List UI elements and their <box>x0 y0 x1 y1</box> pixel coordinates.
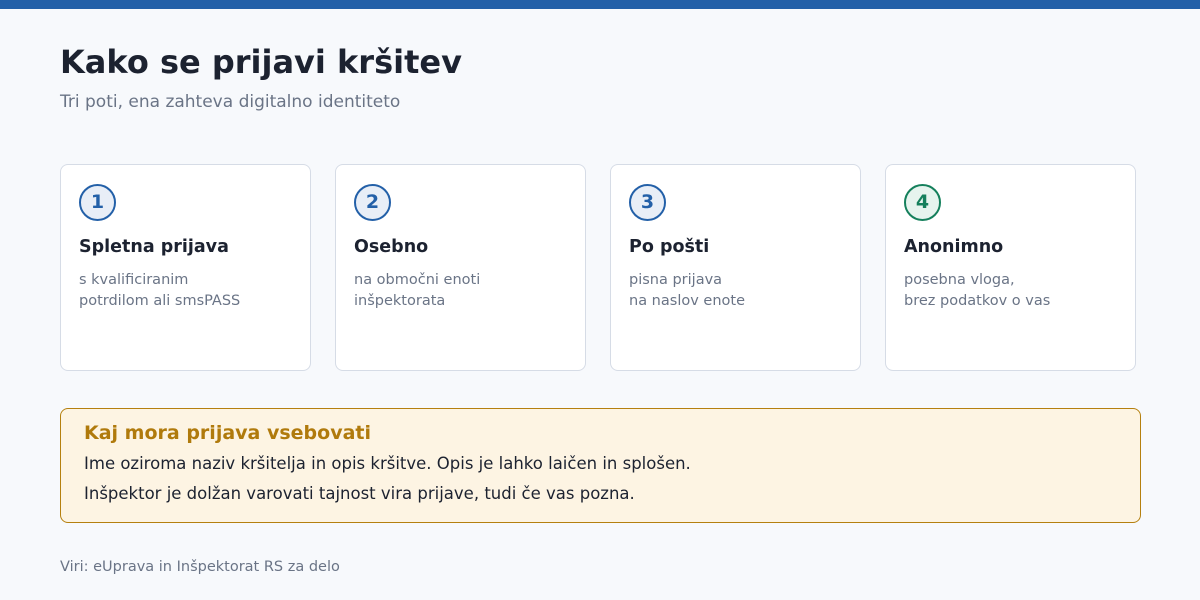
option-card-anonymous: 4 Anonimno posebna vloga, brez podatkov … <box>885 164 1136 371</box>
card-title: Spletna prijava <box>79 237 229 257</box>
card-description-line: posebna vloga, <box>904 272 1015 288</box>
card-title: Osebno <box>354 237 429 257</box>
step-number-badge: 4 <box>904 184 941 221</box>
card-description-line: potrdilom ali smsPASS <box>79 293 241 309</box>
step-number-badge: 1 <box>79 184 116 221</box>
page-subtitle: Tri poti, ena zahteva digitalno identite… <box>60 92 401 112</box>
card-description: posebna vloga, brez podatkov o vas <box>904 270 1119 312</box>
option-card-by-mail: 3 Po pošti pisna prijava na naslov enote <box>610 164 861 371</box>
card-description: s kvalificiranim potrdilom ali smsPASS <box>79 270 294 312</box>
card-description: pisna prijava na naslov enote <box>629 270 844 312</box>
reporting-options: 1 Spletna prijava s kvalificiranim potrd… <box>60 164 1140 373</box>
card-description-line: pisna prijava <box>629 272 723 288</box>
card-description: na območni enoti inšpektorata <box>354 270 569 312</box>
notice-text: Ime oziroma naziv kršitelja in opis krši… <box>84 454 691 473</box>
step-number-badge: 2 <box>354 184 391 221</box>
sources-footnote: Viri: eUprava in Inšpektorat RS za delo <box>60 559 340 575</box>
card-description-line: inšpektorata <box>354 293 446 309</box>
requirements-notice: Kaj mora prijava vsebovati Ime oziroma n… <box>60 408 1141 523</box>
option-card-in-person: 2 Osebno na območni enoti inšpektorata <box>335 164 586 371</box>
card-description-line: brez podatkov o vas <box>904 293 1051 309</box>
step-number-badge: 3 <box>629 184 666 221</box>
top-accent-bar <box>0 0 1200 9</box>
card-description-line: na območni enoti <box>354 272 481 288</box>
card-title: Anonimno <box>904 237 1004 257</box>
option-card-online: 1 Spletna prijava s kvalificiranim potrd… <box>60 164 311 371</box>
card-description-line: s kvalificiranim <box>79 272 189 288</box>
notice-text: Inšpektor je dolžan varovati tajnost vir… <box>84 484 635 503</box>
card-description-line: na naslov enote <box>629 293 745 309</box>
card-title: Po pošti <box>629 237 710 257</box>
page-title: Kako se prijavi kršitev <box>60 43 462 81</box>
notice-title: Kaj mora prijava vsebovati <box>84 422 372 444</box>
